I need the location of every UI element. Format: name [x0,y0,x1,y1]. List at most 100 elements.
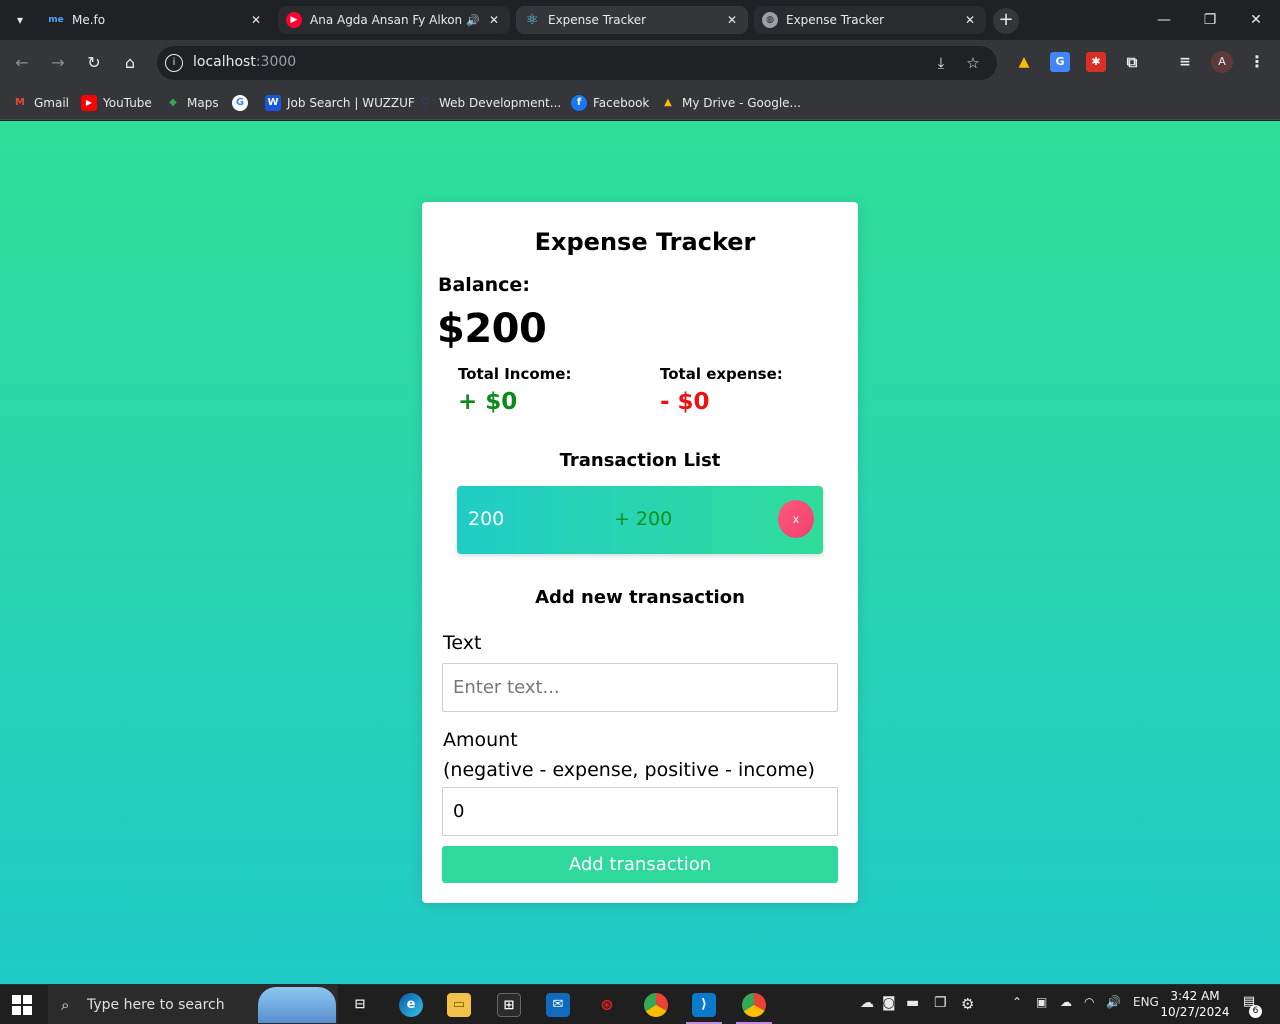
speaker-icon[interactable]: 🔊 [466,14,480,27]
search-highlight-illustration [258,987,336,1023]
clock[interactable]: 3:42 AM 10/27/2024 [1160,988,1230,1020]
gmail-icon: M [15,97,25,108]
add-transaction-button[interactable]: Add transaction [442,846,838,883]
search-placeholder: Type here to search [87,997,225,1013]
total-income-label: Total Income: [458,365,572,383]
windows-overlap-icon[interactable]: ❐ [934,995,947,1011]
language-indicator[interactable]: ENG [1133,995,1159,1009]
youtube-music-favicon-icon: ▶ [286,12,302,28]
reload-icon[interactable]: ↻ [82,51,106,75]
tab-music[interactable]: ▶ Ana Agda Ansan Fy Alkon - 🔊 ✕ [278,6,510,34]
text-field-label: Text [443,632,482,654]
tab-search-chevron-icon[interactable]: ▾ [8,8,32,32]
edge-browser-icon[interactable]: e [399,993,423,1017]
mail-icon[interactable]: ✉ [546,993,570,1017]
wifi-icon[interactable]: ◠ [1084,995,1094,1009]
google-icon: G [232,95,248,111]
bookmark-star-icon[interactable]: ☆ [963,53,983,73]
bookmark-youtube[interactable]: ▶ YouTube [81,92,152,114]
facebook-icon: f [571,95,587,111]
amount-label-title: Amount [443,729,518,751]
meet-now-icon[interactable]: ▣ [1036,995,1047,1009]
video-icon[interactable]: ▬ [906,995,919,1011]
show-hidden-icons-chevron-icon[interactable]: ⌃ [1012,995,1022,1009]
microsoft-store-icon[interactable]: ⊞ [497,993,521,1017]
bookmark-wuzzuf[interactable]: W Job Search | WUZZUF [265,92,415,114]
total-expense-value: - $0 [660,389,710,415]
bookmark-web-development[interactable]: ♡ Web Development... [417,92,562,114]
react-favicon-icon: ⚛ [525,12,539,28]
install-app-icon[interactable]: ⤓ [931,53,951,73]
back-icon[interactable]: ← [10,51,34,75]
task-view-icon[interactable]: ⊟ [348,993,372,1017]
tab-title: Expense Tracker [786,13,885,27]
transaction-amount: + 200 [614,508,673,530]
file-explorer-icon[interactable]: ▭ [447,993,471,1017]
security-app-icon[interactable]: ⊛ [595,993,619,1017]
more-menu-icon[interactable]: ⋮ [1247,52,1267,72]
bookmark-facebook[interactable]: f Facebook [571,92,649,114]
balance-value: $200 [437,306,547,352]
vscode-icon[interactable]: ⟩ [692,993,716,1017]
google-drive-extension-icon[interactable]: ▲ [1014,52,1034,72]
notifications-icon[interactable]: ▤ 6 [1238,994,1262,1018]
clock-date: 10/27/2024 [1160,1005,1230,1019]
site-info-icon[interactable]: i [165,54,183,72]
url-text: localhost:3000 [193,54,297,70]
forward-icon[interactable]: → [46,51,70,75]
google-translate-extension-icon[interactable]: G [1050,52,1070,72]
balance-label: Balance: [438,274,530,296]
restore-icon[interactable]: ❐ [1198,8,1222,32]
close-window-icon[interactable]: ✕ [1244,8,1268,32]
close-tab-icon[interactable]: ✕ [724,12,740,28]
home-icon[interactable]: ⌂ [118,51,142,75]
amount-input[interactable] [442,787,838,836]
onedrive-cloud-icon[interactable]: ☁ [1060,995,1072,1009]
extensions-puzzle-icon[interactable]: ⧉ [1122,52,1142,72]
tab-mefo[interactable]: me Me.fo ✕ [40,6,272,34]
transaction-item: 200 + 200 x [457,486,823,554]
delete-transaction-button[interactable]: x [778,500,814,538]
page-background: Expense Tracker Balance: $200 Total Inco… [0,121,1280,984]
tab-expense-tracker[interactable]: ◍ Expense Tracker ✕ [754,6,986,34]
text-input[interactable] [442,663,838,712]
maps-pin-icon: ◆ [169,97,177,108]
minimize-icon[interactable]: — [1152,8,1176,32]
chrome-icon[interactable] [644,993,668,1017]
bookmarks-bar: M Gmail ▶ YouTube ◆ Maps G W Job Search | WU… [0,86,1280,120]
close-tab-icon[interactable]: ✕ [962,12,978,28]
tab-title: Ana Agda Ansan Fy Alkon - [310,13,463,27]
tab-expense-tracker-active[interactable]: ⚛ Expense Tracker ✕ [516,6,748,34]
bookmark-gmail[interactable]: M Gmail [12,92,69,114]
amount-label-hint: (negative - expense, positive - income) [443,759,815,781]
media-controls-icon[interactable]: ≡ [1175,52,1195,72]
volume-icon[interactable]: 🔊 [1106,995,1121,1009]
bookmark-maps[interactable]: ◆ Maps [165,92,218,114]
tab-title: Me.fo [72,13,106,27]
settings-gear-icon[interactable]: ⚙ [961,995,974,1013]
youtube-icon: ▶ [81,95,97,111]
taskbar-search-box[interactable]: ⌕ Type here to search [48,985,338,1024]
total-expense-label: Total expense: [660,365,783,383]
red-extension-icon[interactable]: ✱ [1086,52,1106,72]
bookmark-google[interactable]: G [232,92,254,114]
close-tab-icon[interactable]: ✕ [248,12,264,28]
windows-start-icon[interactable] [12,995,32,1015]
wuzzuf-icon: W [265,95,281,111]
transaction-text: 200 [468,508,505,530]
close-tab-icon[interactable]: ✕ [486,12,502,28]
weather-icon[interactable]: ☁ [860,995,874,1011]
web-dev-icon: ♡ [420,97,430,108]
new-tab-button[interactable]: + [993,8,1019,34]
address-bar[interactable]: i localhost:3000 ⤓ ☆ [157,46,997,80]
expense-tracker-card: Expense Tracker Balance: $200 Total Inco… [422,202,858,903]
mefo-favicon-icon: me [48,15,64,25]
bookmark-my-drive[interactable]: ▲ My Drive - Google... [660,92,801,114]
google-drive-icon: ▲ [664,97,672,108]
windows-taskbar: ⌕ Type here to search ⊟ e ▭ ⊞ ✉ ⊛ ⟩ ☁ ◙ … [0,984,1280,1024]
app-title: Expense Tracker [534,228,756,256]
search-icon: ⌕ [61,996,70,1014]
profile-avatar[interactable]: A [1211,51,1233,73]
camera-icon[interactable]: ◙ [882,995,896,1011]
chrome-profile-icon[interactable] [742,993,766,1017]
